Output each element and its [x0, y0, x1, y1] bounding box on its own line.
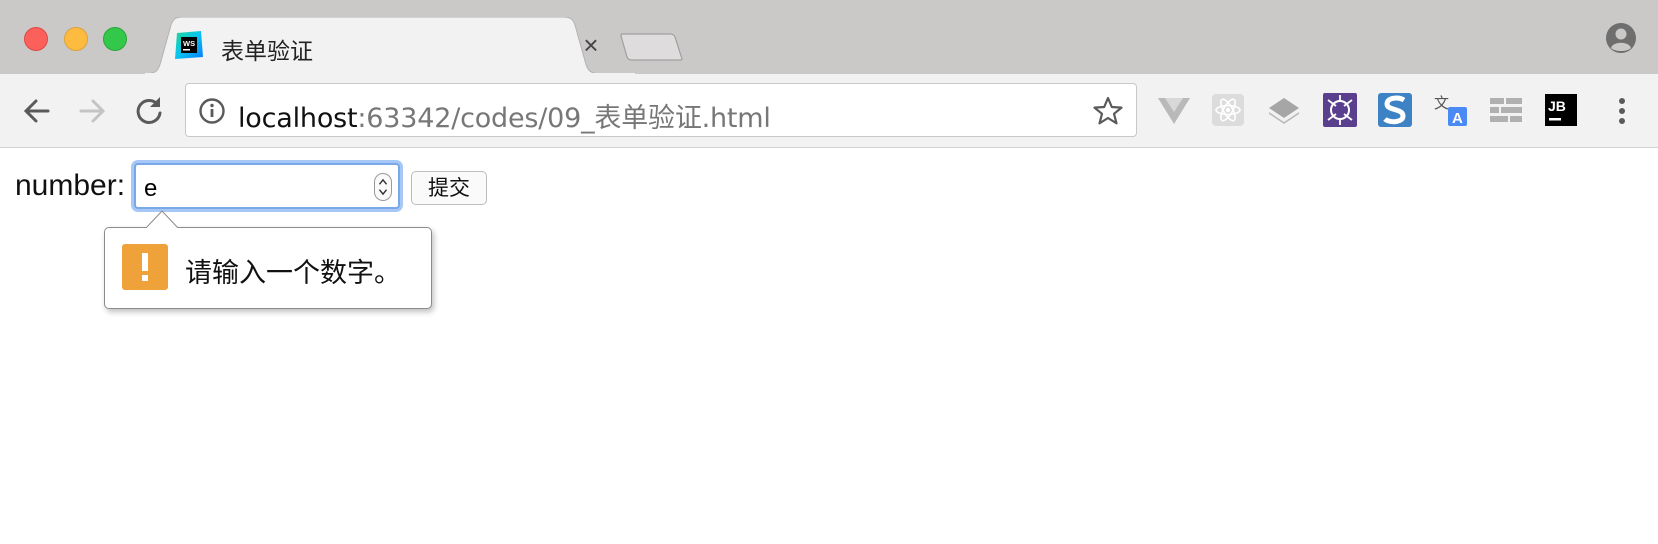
svg-text:A: A — [1452, 110, 1463, 127]
reload-icon[interactable] — [130, 92, 168, 130]
bookmark-star-icon[interactable] — [1092, 95, 1124, 127]
jetbrains-icon[interactable]: JB — [1543, 92, 1579, 128]
validation-bubble: 请输入一个数字。 — [104, 210, 432, 309]
tab-strip: WS 表单验证 × — [0, 0, 1658, 74]
number-input[interactable]: e — [134, 163, 400, 209]
number-field-label: number: — [15, 169, 126, 202]
validation-message: 请输入一个数字。 — [185, 258, 401, 289]
address-bar[interactable]: localhost:63342/codes/09_表单验证.html — [185, 83, 1137, 137]
back-arrow-icon[interactable] — [18, 92, 56, 130]
purple-app-icon[interactable] — [1322, 92, 1358, 128]
vue-devtools-icon[interactable] — [1156, 92, 1192, 128]
number-spinner[interactable] — [374, 173, 392, 201]
webstorm-icon: WS — [175, 31, 203, 59]
url-text[interactable]: localhost:63342/codes/09_表单验证.html — [238, 96, 771, 135]
react-devtools-icon[interactable] — [1210, 92, 1246, 128]
warning-icon — [122, 244, 168, 290]
svg-text:WS: WS — [183, 39, 195, 48]
zoom-window-button[interactable] — [103, 27, 127, 51]
bubble-arrow — [145, 210, 179, 230]
new-tab-button[interactable] — [620, 32, 684, 62]
close-window-button[interactable] — [24, 27, 48, 51]
info-icon[interactable] — [198, 97, 226, 125]
menu-kebab-icon[interactable] — [1610, 94, 1634, 128]
s-icon[interactable] — [1377, 92, 1413, 128]
submit-button[interactable]: 提交 — [411, 171, 487, 205]
svg-text:文: 文 — [1434, 94, 1449, 112]
tab-active[interactable]: WS 表单验证 × — [145, 17, 635, 74]
close-tab-icon[interactable]: × — [575, 29, 607, 61]
forward-arrow-icon[interactable] — [73, 92, 111, 130]
tab-shape — [145, 17, 635, 74]
minimize-window-button[interactable] — [64, 27, 88, 51]
profile-icon[interactable] — [1605, 22, 1637, 54]
translate-icon[interactable]: 文 A — [1432, 92, 1468, 128]
url-host: localhost — [238, 103, 358, 134]
number-input-value: e — [144, 175, 158, 202]
grid-icon[interactable] — [1488, 92, 1524, 128]
url-path: :63342/codes/09_表单验证.html — [357, 103, 771, 134]
page-content: number: e 提交 请输入一个数字。 — [0, 149, 1658, 544]
svg-text:JB: JB — [1548, 98, 1566, 114]
tab-title: 表单验证 — [221, 39, 313, 65]
browser-toolbar: localhost:63342/codes/09_表单验证.html 文 A J… — [0, 74, 1658, 148]
layers-icon[interactable] — [1266, 92, 1302, 128]
